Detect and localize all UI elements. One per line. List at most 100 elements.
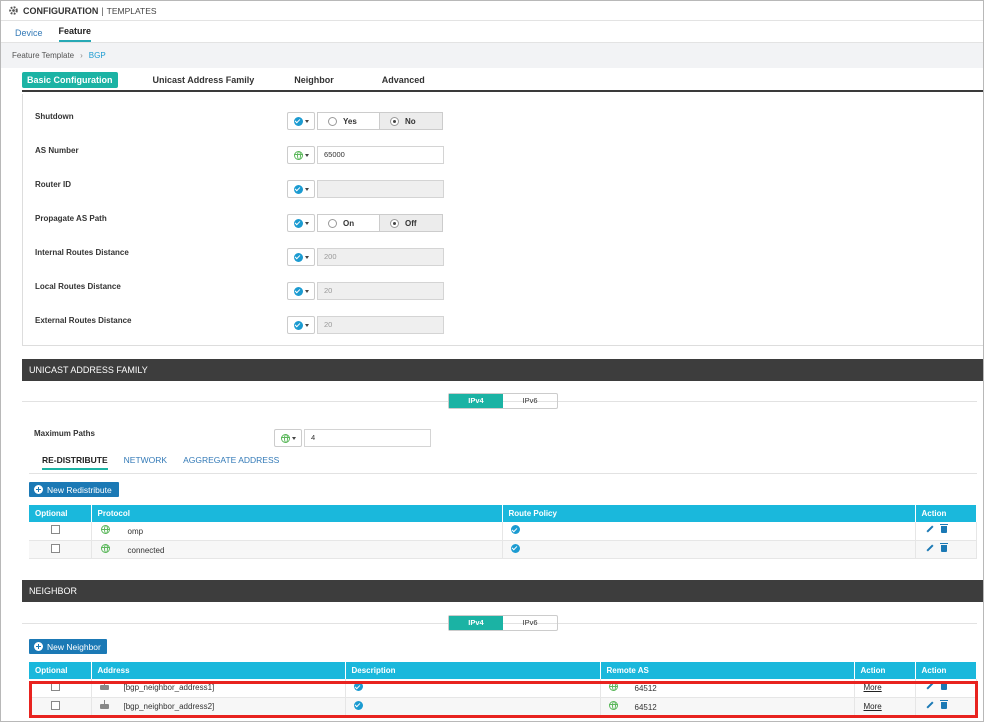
radio-selected-icon <box>390 218 399 228</box>
as-number-row: AS Number 65000 <box>35 146 455 166</box>
globe-icon <box>608 700 618 710</box>
neighbor-ipv4-tab[interactable]: IPv4 <box>449 616 503 630</box>
optional-cell <box>29 522 92 541</box>
as-number-input[interactable]: 65000 <box>317 146 444 164</box>
column-optional: Optional <box>29 505 92 522</box>
tab-neighbor[interactable]: Neighbor <box>289 75 339 85</box>
action-cell <box>915 679 977 698</box>
page-title: CONFIGURATION <box>23 5 99 16</box>
table-row: connected <box>29 540 977 559</box>
caret-down-icon <box>304 153 309 157</box>
tab-aggregate-address[interactable]: AGGREGATE ADDRESS <box>183 455 279 470</box>
globe-icon <box>280 433 290 443</box>
check-icon[interactable] <box>353 682 363 692</box>
scope-dropdown[interactable] <box>287 248 315 266</box>
column-action-more: Action <box>854 662 916 679</box>
route-policy-cell <box>502 522 916 541</box>
propagate-as-path-label: Propagate AS Path <box>35 214 107 223</box>
tab-basic-configuration[interactable]: Basic Configuration <box>22 72 118 88</box>
neighbor-ipv6-tab[interactable]: IPv6 <box>503 616 557 630</box>
route-policy-cell <box>502 540 916 559</box>
scope-dropdown[interactable] <box>287 112 315 130</box>
check-icon <box>293 218 303 228</box>
delete-icon[interactable] <box>939 542 948 552</box>
tab-unicast-address-family[interactable]: Unicast Address Family <box>148 75 260 85</box>
external-distance-input[interactable]: 20 <box>317 316 444 334</box>
page-section: TEMPLATES <box>106 5 157 16</box>
more-link[interactable]: More <box>864 702 882 711</box>
local-distance-row: Local Routes Distance 20 <box>35 282 455 302</box>
propagate-off-label: Off <box>405 218 417 228</box>
more-link[interactable]: More <box>864 683 882 692</box>
new-redistribute-button[interactable]: New Redistribute <box>29 482 119 497</box>
check-icon[interactable] <box>353 700 363 710</box>
device-icon <box>99 681 109 691</box>
shutdown-no-radio[interactable]: No <box>380 112 443 130</box>
column-action: Action <box>915 505 977 522</box>
shutdown-no-label: No <box>405 116 416 126</box>
propagate-on-radio[interactable]: On <box>317 214 380 232</box>
scope-dropdown[interactable] <box>287 214 315 232</box>
optional-cell <box>29 697 92 716</box>
maximum-paths-input[interactable]: 4 <box>304 429 431 447</box>
plus-circle-icon <box>34 485 43 494</box>
local-distance-label: Local Routes Distance <box>35 282 121 291</box>
address-value: [bgp_neighbor_address2] <box>123 701 215 711</box>
check-icon[interactable] <box>510 525 520 535</box>
internal-distance-input[interactable]: 200 <box>317 248 444 266</box>
optional-checkbox[interactable] <box>51 525 60 535</box>
optional-checkbox[interactable] <box>51 682 60 692</box>
scope-dropdown[interactable] <box>287 180 315 198</box>
scope-dropdown[interactable] <box>287 316 315 334</box>
external-distance-label: External Routes Distance <box>35 316 132 325</box>
check-icon[interactable] <box>510 543 520 553</box>
tab-re-distribute[interactable]: RE-DISTRIBUTE <box>42 455 108 470</box>
scope-dropdown[interactable] <box>287 146 315 164</box>
tab-network[interactable]: NETWORK <box>124 455 167 470</box>
tab-feature[interactable]: Feature <box>58 26 92 42</box>
radio-icon <box>328 218 337 228</box>
breadcrumb-feature-template[interactable]: Feature Template <box>12 51 74 60</box>
tab-advanced[interactable]: Advanced <box>377 75 430 85</box>
edit-icon[interactable] <box>926 545 933 552</box>
external-distance-row: External Routes Distance 20 <box>35 316 455 336</box>
unicast-ipv4-tab[interactable]: IPv4 <box>449 394 503 408</box>
breadcrumb: Feature Template › BGP <box>1 43 983 68</box>
edit-icon[interactable] <box>926 526 933 533</box>
shutdown-row: Shutdown Yes No <box>35 112 455 132</box>
remote-as-cell: 64512 <box>600 697 855 716</box>
unicast-ipv6-tab[interactable]: IPv6 <box>503 394 557 408</box>
optional-checkbox[interactable] <box>51 543 60 553</box>
new-neighbor-button[interactable]: New Neighbor <box>29 639 107 654</box>
propagate-off-radio[interactable]: Off <box>380 214 443 232</box>
as-number-label: AS Number <box>35 146 79 155</box>
description-cell <box>345 679 601 698</box>
propagate-on-label: On <box>343 218 355 228</box>
router-id-input[interactable] <box>317 180 444 198</box>
breadcrumb-current: BGP <box>88 51 106 60</box>
top-tabs: Device Feature <box>1 21 983 43</box>
shutdown-yes-radio[interactable]: Yes <box>317 112 380 130</box>
protocol-value: connected <box>127 545 165 555</box>
divider <box>29 473 977 474</box>
delete-icon[interactable] <box>939 524 948 534</box>
check-icon <box>293 286 303 296</box>
remote-as-cell: 64512 <box>600 679 855 698</box>
delete-icon[interactable] <box>939 699 948 709</box>
scope-dropdown[interactable] <box>274 429 302 447</box>
internal-distance-label: Internal Routes Distance <box>35 248 129 257</box>
edit-icon[interactable] <box>926 683 933 690</box>
protocol-cell: omp <box>91 522 503 541</box>
check-icon <box>293 252 303 262</box>
delete-icon[interactable] <box>939 681 948 691</box>
optional-checkbox[interactable] <box>51 700 60 710</box>
basic-configuration-panel: Shutdown Yes No AS Number 65000 Router I… <box>22 94 983 346</box>
unicast-ip-toggle: IPv4 IPv6 <box>448 393 558 409</box>
scope-dropdown[interactable] <box>287 282 315 300</box>
neighbor-ip-toggle: IPv4 IPv6 <box>448 615 558 631</box>
local-distance-input[interactable]: 20 <box>317 282 444 300</box>
edit-icon[interactable] <box>926 702 933 709</box>
optional-cell <box>29 679 92 698</box>
tab-device[interactable]: Device <box>15 28 43 42</box>
action-cell <box>915 697 977 716</box>
